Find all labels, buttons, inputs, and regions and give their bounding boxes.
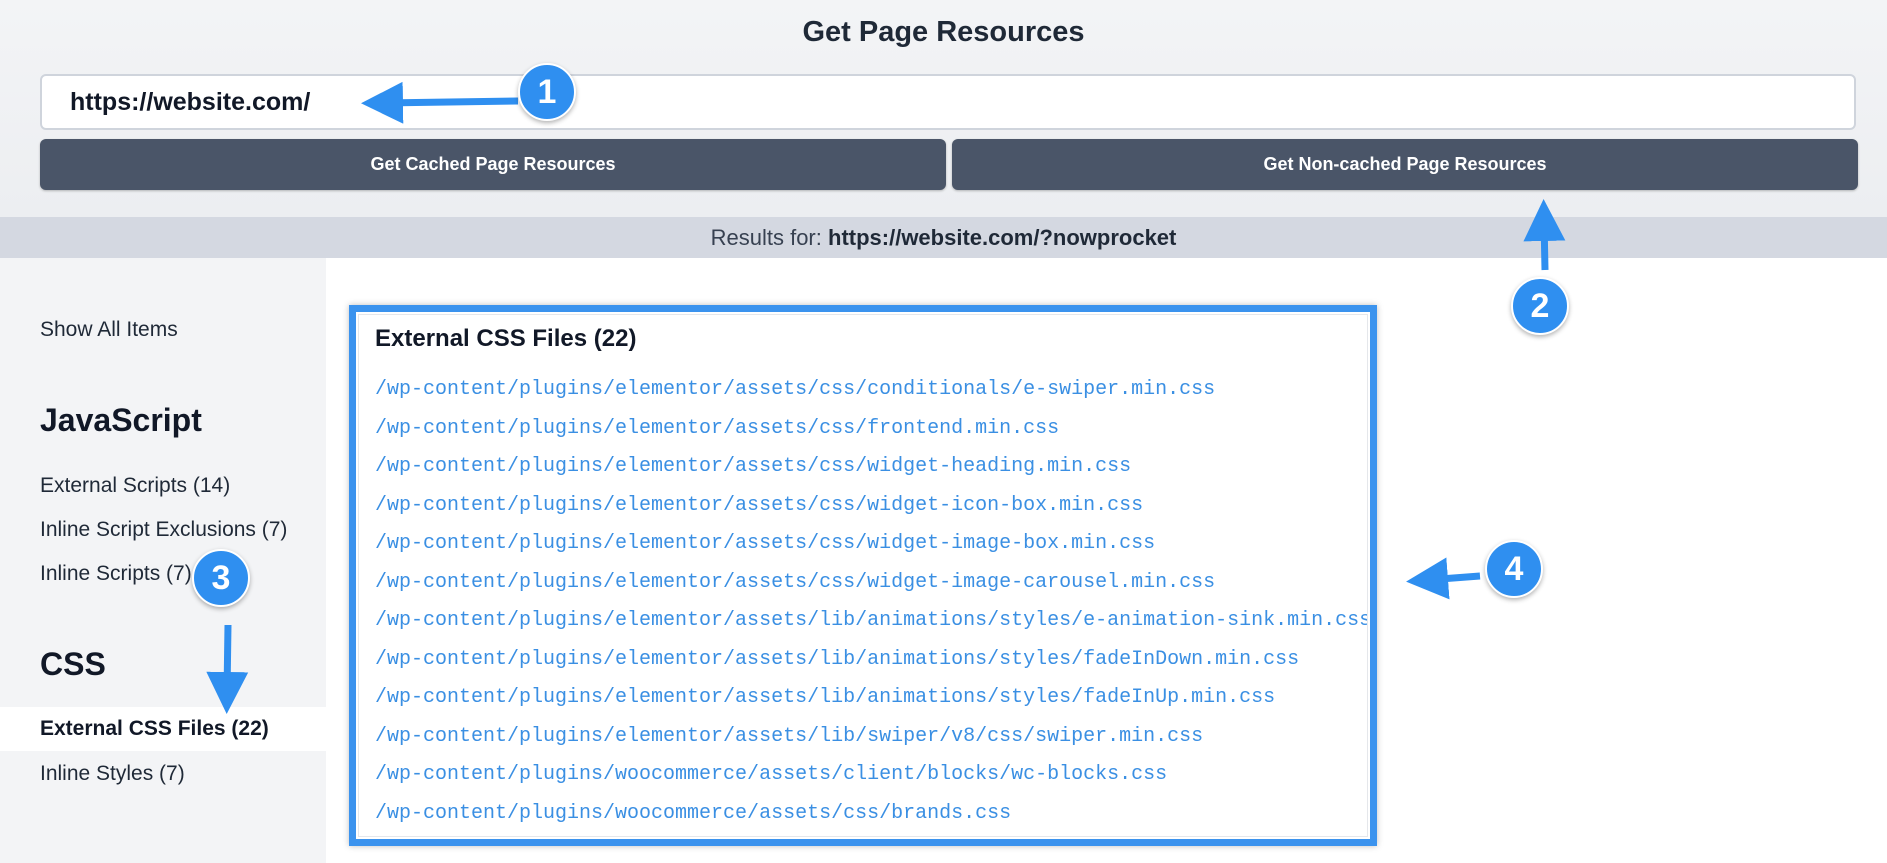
- css-file-link[interactable]: /wp-content/plugins/woocommerce/assets/c…: [375, 760, 1367, 799]
- css-file-item: /wp-content/plugins/woocommerce/assets/c…: [375, 799, 1367, 837]
- results-url: https://website.com/?nowprocket: [828, 225, 1177, 250]
- css-file-item: /wp-content/plugins/woocommerce/assets/c…: [375, 760, 1367, 799]
- page-title: Get Page Resources: [802, 16, 1085, 48]
- css-file-link[interactable]: /wp-content/plugins/elementor/assets/css…: [375, 491, 1367, 530]
- sidebar-item-inline-styles[interactable]: Inline Styles (7): [40, 762, 185, 786]
- css-file-link[interactable]: /wp-content/plugins/elementor/assets/css…: [375, 529, 1367, 568]
- css-file-link[interactable]: /wp-content/plugins/elementor/assets/css…: [375, 414, 1367, 453]
- get-cached-resources-button[interactable]: Get Cached Page Resources: [40, 139, 946, 190]
- css-file-item: /wp-content/plugins/elementor/assets/css…: [375, 491, 1367, 530]
- annotation-badge-2: 2: [1511, 277, 1569, 335]
- results-bar: Results for: https://website.com/?nowpro…: [0, 217, 1887, 258]
- css-file-link[interactable]: /wp-content/plugins/elementor/assets/lib…: [375, 645, 1367, 684]
- css-files-panel-inner: External CSS Files (22) /wp-content/plug…: [358, 314, 1368, 837]
- css-file-list: /wp-content/plugins/elementor/assets/css…: [375, 375, 1367, 837]
- sidebar-heading-css: CSS: [40, 646, 106, 682]
- css-file-item: /wp-content/plugins/elementor/assets/lib…: [375, 606, 1367, 645]
- url-input[interactable]: [40, 74, 1856, 130]
- annotation-badge-4: 4: [1485, 540, 1543, 598]
- css-file-item: /wp-content/plugins/elementor/assets/css…: [375, 568, 1367, 607]
- sidebar-item-inline-script-exclusions[interactable]: Inline Script Exclusions (7): [40, 518, 287, 542]
- css-file-link[interactable]: /wp-content/plugins/elementor/assets/lib…: [375, 722, 1367, 761]
- css-file-link[interactable]: /wp-content/plugins/elementor/assets/lib…: [375, 683, 1367, 722]
- css-file-item: /wp-content/plugins/elementor/assets/css…: [375, 529, 1367, 568]
- css-file-link[interactable]: /wp-content/plugins/woocommerce/assets/c…: [375, 799, 1367, 837]
- sidebar-item-external-scripts[interactable]: External Scripts (14): [40, 474, 230, 498]
- header: Get Page Resources Get Cached Page Resou…: [0, 0, 1887, 217]
- css-file-item: /wp-content/plugins/elementor/assets/lib…: [375, 645, 1367, 684]
- annotation-badge-3: 3: [192, 549, 250, 607]
- sidebar-item-show-all[interactable]: Show All Items: [40, 318, 178, 342]
- get-noncached-resources-button[interactable]: Get Non-cached Page Resources: [952, 139, 1858, 190]
- css-file-item: /wp-content/plugins/elementor/assets/css…: [375, 414, 1367, 453]
- sidebar-item-external-css-files[interactable]: External CSS Files (22): [40, 717, 269, 741]
- css-file-link[interactable]: /wp-content/plugins/elementor/assets/css…: [375, 452, 1367, 491]
- css-file-item: /wp-content/plugins/elementor/assets/css…: [375, 375, 1367, 414]
- annotation-badge-1: 1: [518, 63, 576, 121]
- css-file-item: /wp-content/plugins/elementor/assets/lib…: [375, 683, 1367, 722]
- css-file-item: /wp-content/plugins/elementor/assets/css…: [375, 452, 1367, 491]
- css-file-link[interactable]: /wp-content/plugins/elementor/assets/css…: [375, 568, 1367, 607]
- arrow-4: [1406, 557, 1481, 600]
- css-file-link[interactable]: /wp-content/plugins/elementor/assets/lib…: [375, 606, 1367, 645]
- sidebar-heading-javascript: JavaScript: [40, 402, 202, 438]
- css-file-item: /wp-content/plugins/elementor/assets/lib…: [375, 722, 1367, 761]
- panel-title: External CSS Files (22): [375, 325, 637, 352]
- results-label: Results for:: [710, 225, 822, 250]
- sidebar-item-inline-scripts[interactable]: Inline Scripts (7): [40, 562, 192, 586]
- css-files-panel: External CSS Files (22) /wp-content/plug…: [349, 305, 1377, 846]
- css-file-link[interactable]: /wp-content/plugins/elementor/assets/css…: [375, 375, 1367, 414]
